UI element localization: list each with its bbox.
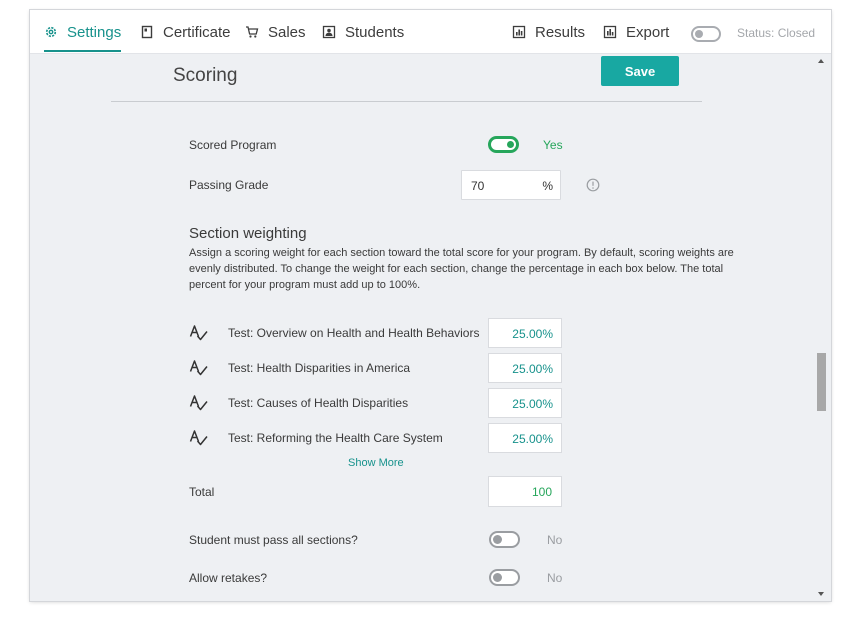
section-row: Test: Causes of Health Disparities 25.00… — [189, 388, 564, 418]
scored-program-toggle-knob — [507, 141, 514, 148]
settings-content: Scoring Save Scored Program Yes Passing … — [30, 54, 814, 601]
section-weighting-description: Assign a scoring weight for each section… — [189, 247, 734, 291]
scored-program-toggle[interactable] — [488, 136, 519, 153]
tab-students-label: Students — [345, 23, 405, 41]
tab-certificate[interactable]: Certificate — [140, 10, 231, 54]
section-weight-input[interactable]: 25.00% — [488, 423, 562, 453]
passing-grade-value: 70 — [471, 179, 485, 193]
top-nav: Settings Certificate Sales Students Resu… — [30, 10, 831, 54]
tab-export-label: Export — [626, 23, 670, 41]
section-weight-input[interactable]: 25.00% — [488, 318, 562, 348]
vertical-scrollbar[interactable] — [814, 54, 831, 601]
test-icon — [189, 430, 208, 446]
must-pass-label: Student must pass all sections? — [189, 533, 358, 547]
export-chart-icon — [603, 25, 617, 39]
passing-grade-input[interactable]: 70 % — [461, 170, 561, 200]
scroll-down-arrow[interactable] — [818, 592, 824, 596]
section-weighting-title: Section weighting — [189, 225, 307, 242]
section-weight-input[interactable]: 25.00% — [488, 388, 562, 418]
app-window: Settings Certificate Sales Students Resu… — [30, 10, 831, 601]
tab-sales-label: Sales — [268, 23, 306, 41]
allow-retakes-toggle[interactable] — [489, 569, 520, 586]
tab-settings[interactable]: Settings — [44, 10, 122, 54]
allow-retakes-toggle-knob — [493, 573, 502, 582]
tab-certificate-label: Certificate — [163, 23, 231, 41]
section-row: Test: Overview on Health and Health Beha… — [189, 318, 564, 348]
scroll-up-arrow[interactable] — [818, 59, 824, 63]
passing-grade-label: Passing Grade — [189, 178, 269, 192]
test-icon — [189, 325, 208, 341]
save-button[interactable]: Save — [601, 56, 679, 86]
tab-results[interactable]: Results — [512, 10, 585, 54]
status-toggle[interactable] — [691, 26, 721, 42]
test-icon — [189, 395, 208, 411]
total-label: Total — [189, 485, 215, 499]
results-chart-icon — [512, 25, 526, 39]
show-more-link[interactable]: Show More — [348, 457, 404, 469]
gear-icon — [45, 26, 57, 38]
scrollbar-thumb[interactable] — [817, 353, 826, 411]
section-weight-input[interactable]: 25.00% — [488, 353, 562, 383]
must-pass-toggle-knob — [493, 535, 502, 544]
page-title: Scoring — [173, 65, 238, 86]
tab-students[interactable]: Students — [322, 10, 404, 54]
certificate-icon — [141, 25, 153, 39]
students-icon — [322, 25, 336, 39]
cart-icon — [246, 26, 259, 38]
section-row: Test: Health Disparities in America 25.0… — [189, 353, 564, 383]
section-row: Test: Reforming the Health Care System 2… — [189, 423, 564, 453]
must-pass-toggle[interactable] — [489, 531, 520, 548]
section-name: Test: Causes of Health Disparities — [228, 396, 409, 410]
total-value: 100 — [488, 476, 562, 507]
section-name: Test: Health Disparities in America — [228, 361, 411, 375]
status-toggle-knob — [695, 30, 703, 38]
tab-results-label: Results — [535, 23, 586, 41]
tab-sales[interactable]: Sales — [245, 10, 306, 54]
passing-grade-unit: % — [542, 179, 553, 193]
test-icon — [189, 360, 208, 376]
scored-program-label: Scored Program — [189, 138, 277, 152]
title-divider — [111, 101, 702, 102]
tab-export[interactable]: Export — [603, 10, 669, 54]
tab-settings-label: Settings — [67, 23, 122, 41]
scored-program-value: Yes — [543, 138, 563, 152]
info-icon[interactable] — [586, 178, 600, 192]
status-label: Status: Closed — [737, 26, 816, 40]
allow-retakes-label: Allow retakes? — [189, 571, 268, 585]
must-pass-value: No — [547, 533, 563, 547]
section-name: Test: Overview on Health and Health Beha… — [228, 326, 480, 340]
allow-retakes-value: No — [547, 571, 563, 585]
section-name: Test: Reforming the Health Care System — [228, 431, 443, 445]
